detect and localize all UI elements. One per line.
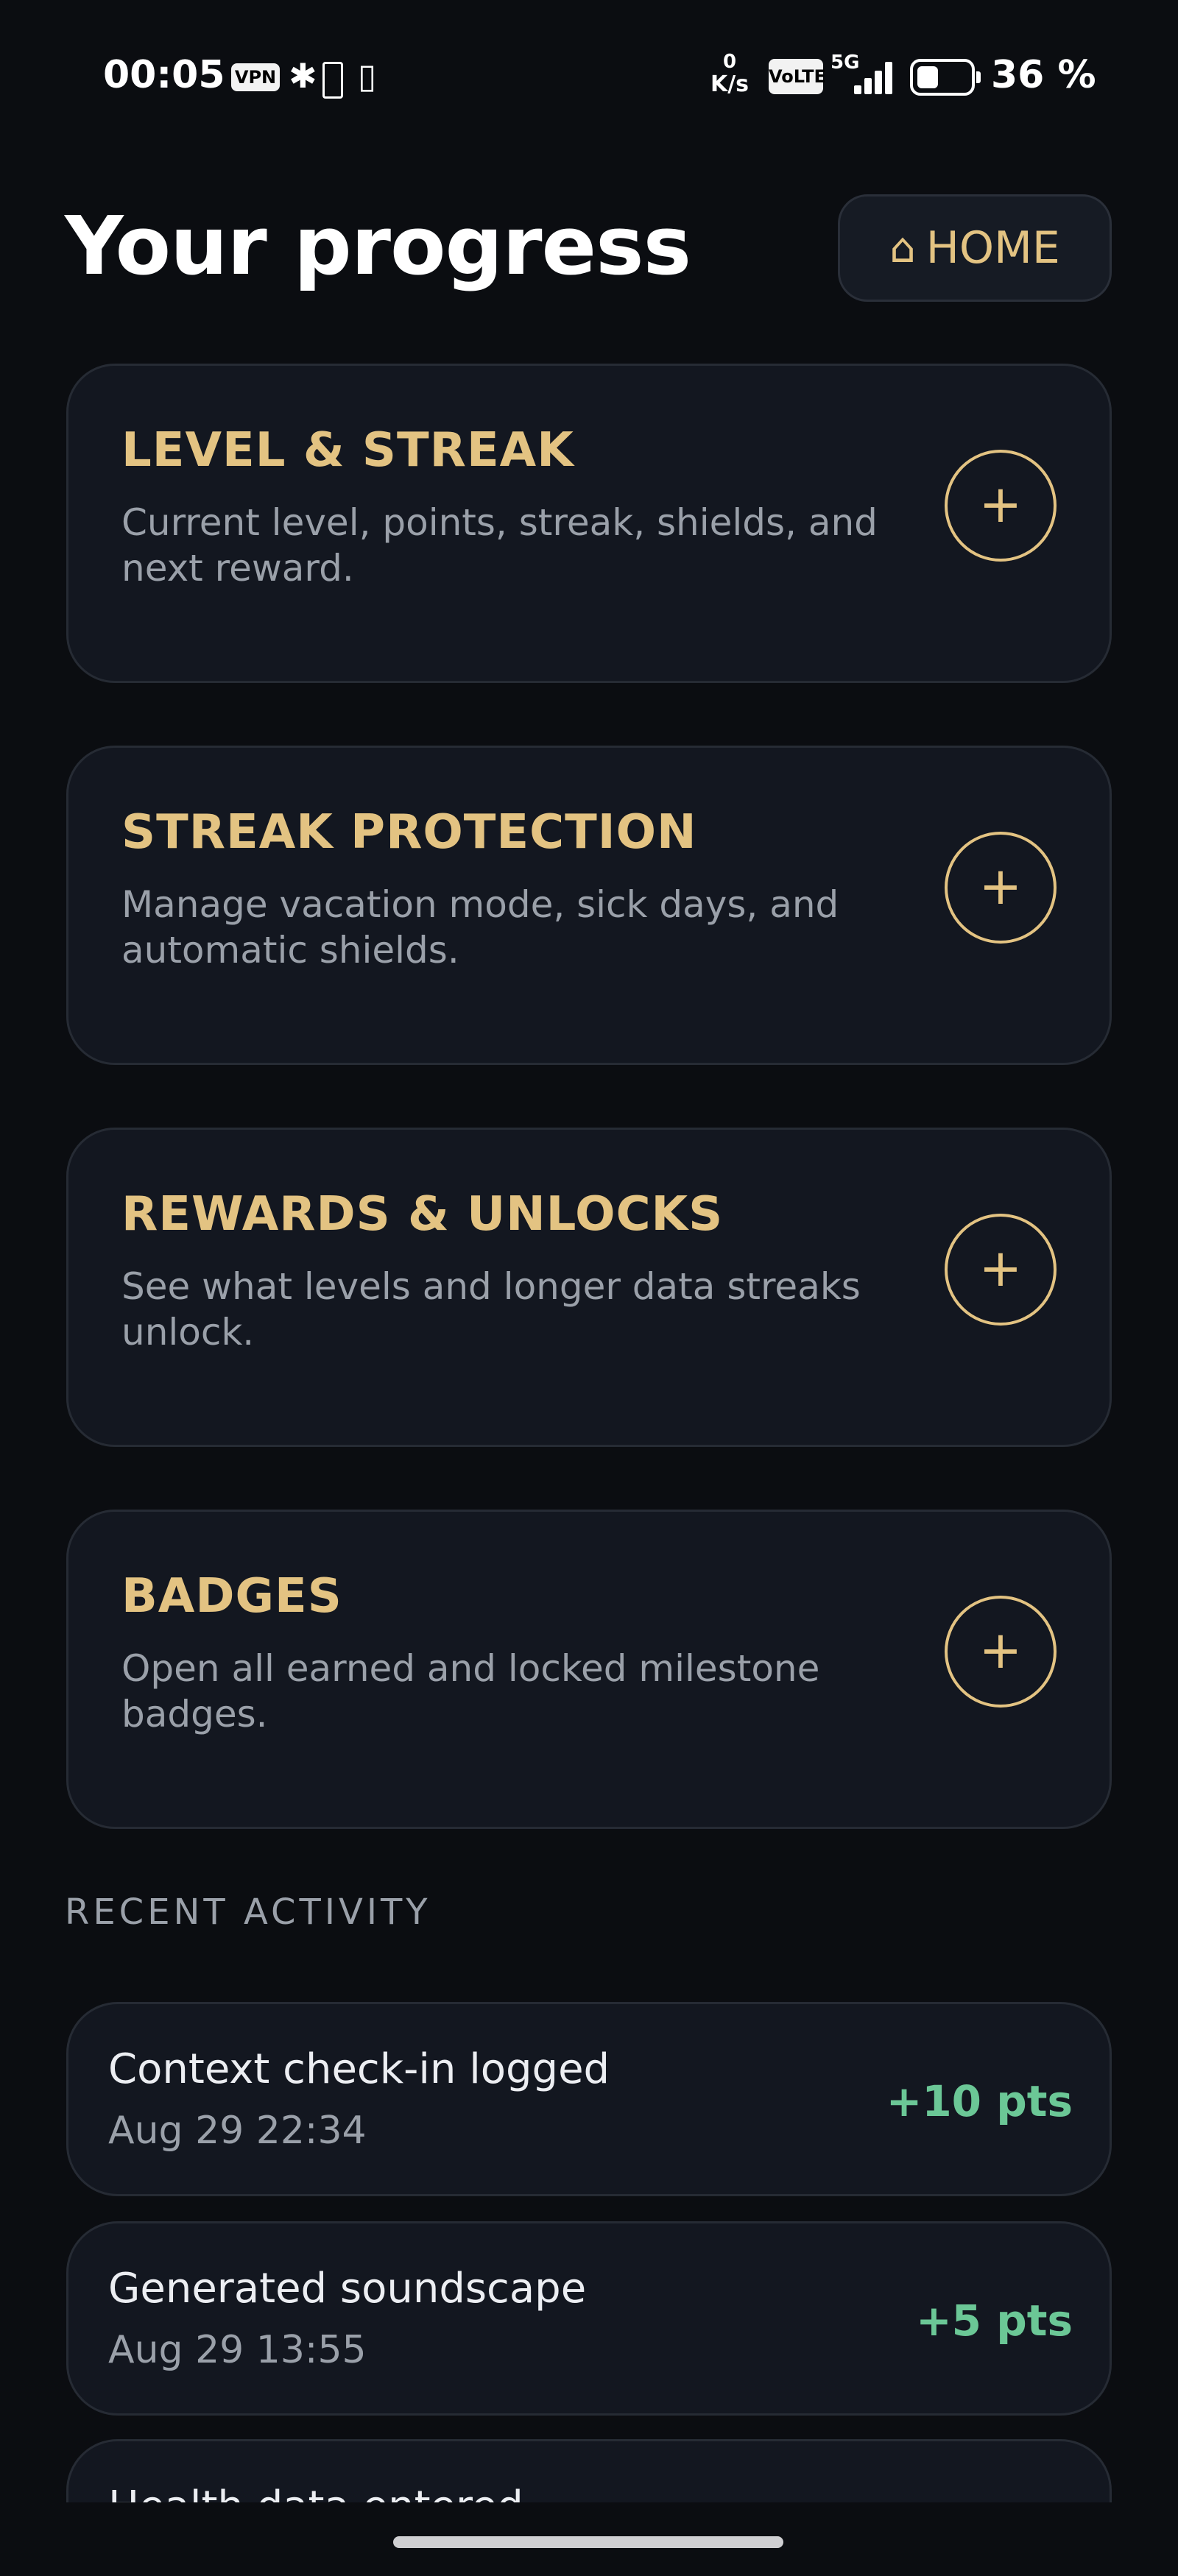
card-description: Current level, points, streak, shields, … <box>121 501 878 590</box>
home-button[interactable]: ⌂ HOME <box>838 194 1112 302</box>
activity-title: Context check-in logged <box>108 2045 610 2093</box>
card-title: STREAK PROTECTION <box>121 805 697 860</box>
activity-time: Aug 29 13:55 <box>108 2328 367 2372</box>
activity-points: +10 pts <box>886 2076 1073 2126</box>
card-description: Open all earned and locked milestone bad… <box>121 1647 820 1735</box>
card-badges[interactable]: BADGES Open all earned and locked milest… <box>66 1510 1112 1829</box>
activity-title: Generated soundscape <box>108 2265 587 2313</box>
plus-icon: + <box>978 856 1023 916</box>
home-button-label: HOME <box>925 222 1060 274</box>
card-title: LEVEL & STREAK <box>121 423 574 478</box>
expand-button[interactable]: + <box>945 1214 1057 1326</box>
activity-time: Aug 29 22:34 <box>108 2109 367 2153</box>
activity-item[interactable]: Generated soundscape Aug 29 13:55 +5 pts <box>66 2221 1112 2416</box>
scroll-content[interactable]: Your progress ⌂ HOME LEVEL & STREAK Curr… <box>0 0 1178 2502</box>
card-level-streak[interactable]: LEVEL & STREAK Current level, points, st… <box>66 364 1112 683</box>
home-icon: ⌂ <box>889 224 916 272</box>
section-label-recent-activity: RECENT ACTIVITY <box>65 1892 431 1933</box>
card-title: REWARDS & UNLOCKS <box>121 1187 724 1242</box>
expand-button[interactable]: + <box>945 832 1057 944</box>
card-rewards-unlocks[interactable]: REWARDS & UNLOCKS See what levels and lo… <box>66 1128 1112 1447</box>
home-indicator[interactable] <box>393 2536 783 2548</box>
activity-item[interactable]: Context check-in logged Aug 29 22:34 +10… <box>66 2002 1112 2196</box>
expand-button[interactable]: + <box>945 1596 1057 1708</box>
plus-icon: + <box>978 1620 1023 1680</box>
card-streak-protection[interactable]: STREAK PROTECTION Manage vacation mode, … <box>66 746 1112 1065</box>
card-description: See what levels and longer data streaks … <box>121 1265 861 1354</box>
expand-button[interactable]: + <box>945 450 1057 562</box>
plus-icon: + <box>978 1238 1023 1298</box>
activity-item[interactable]: Health data entered <box>66 2439 1112 2502</box>
activity-points: +5 pts <box>916 2296 1073 2346</box>
card-title: BADGES <box>121 1569 342 1624</box>
activity-title: Health data entered <box>108 2483 523 2502</box>
card-description: Manage vacation mode, sick days, and aut… <box>121 883 839 972</box>
plus-icon: + <box>978 474 1023 534</box>
progress-screen: 00:05 VPN ✱ ▯ 0 K/s VoLTE 5G 36 % Your p… <box>0 0 1178 2576</box>
page-title: Your progress <box>65 199 691 293</box>
